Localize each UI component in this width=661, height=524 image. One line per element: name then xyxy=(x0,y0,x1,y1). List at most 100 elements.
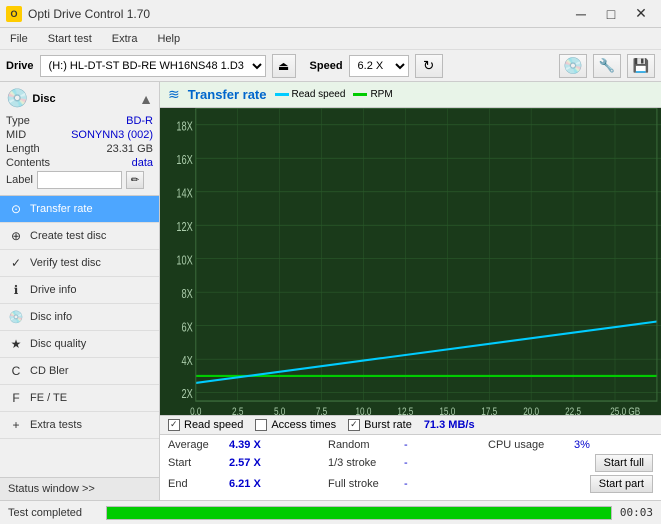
random-cell: Random - xyxy=(328,439,488,451)
burst-rate-checkbox[interactable] xyxy=(348,419,360,431)
nav-create-test-disc[interactable]: ⊕ Create test disc xyxy=(0,223,159,250)
chart-info-bar: Read speed Access times Burst rate 71.3 … xyxy=(160,415,661,434)
menu-file[interactable]: File xyxy=(4,31,34,47)
drive-info-icon: ℹ xyxy=(8,282,24,298)
transfer-rate-icon: ⊙ xyxy=(8,201,24,217)
cpu-label: CPU usage xyxy=(488,439,568,451)
svg-text:16X: 16X xyxy=(176,154,193,168)
nav-create-test-disc-label: Create test disc xyxy=(30,230,106,242)
svg-text:15.0: 15.0 xyxy=(439,406,455,415)
eject-button[interactable]: ⏏ xyxy=(272,54,296,78)
svg-text:10.0: 10.0 xyxy=(356,406,372,415)
nav-cd-bler[interactable]: C CD Bler xyxy=(0,358,159,385)
burst-rate-checkbox-label: Burst rate xyxy=(364,419,412,431)
cd-bler-icon: C xyxy=(8,363,24,379)
stroke13-cell: 1/3 stroke - xyxy=(328,457,488,469)
average-cell: Average 4.39 X xyxy=(168,439,328,451)
svg-text:22.5: 22.5 xyxy=(565,406,581,415)
menu-starttest[interactable]: Start test xyxy=(42,31,98,47)
svg-text:0.0: 0.0 xyxy=(190,406,202,415)
titlebar-left: O Opti Drive Control 1.70 xyxy=(6,6,150,22)
nav-cd-bler-label: CD Bler xyxy=(30,365,69,377)
label-label: Label xyxy=(6,174,33,186)
save-button[interactable]: 💾 xyxy=(627,54,655,78)
length-label: Length xyxy=(6,143,40,155)
nav-fe-te[interactable]: F FE / TE xyxy=(0,385,159,412)
cpu-cell: CPU usage 3% xyxy=(488,439,648,451)
disc-collapse-arrow[interactable]: ▲ xyxy=(139,91,153,107)
chart-area: ≋ Transfer rate Read speed RPM xyxy=(160,82,661,500)
close-button[interactable]: ✕ xyxy=(627,4,655,24)
stats-row-2: Start 2.57 X 1/3 stroke - Start full xyxy=(168,454,653,472)
svg-text:17.5: 17.5 xyxy=(481,406,497,415)
nav-transfer-rate[interactable]: ⊙ Transfer rate xyxy=(0,196,159,223)
access-times-checkbox[interactable] xyxy=(255,419,267,431)
speed-select[interactable]: 6.2 X xyxy=(349,55,409,77)
verify-test-disc-icon: ✓ xyxy=(8,255,24,271)
tools-button[interactable]: 🔧 xyxy=(593,54,621,78)
menubar: File Start test Extra Help xyxy=(0,28,661,50)
random-label: Random xyxy=(328,439,398,451)
read-speed-checkbox-item[interactable]: Read speed xyxy=(168,419,243,431)
app-title: Opti Drive Control 1.70 xyxy=(28,7,150,21)
nav-disc-info[interactable]: 💿 Disc info xyxy=(0,304,159,331)
disc-label-row: Label ✏ xyxy=(6,171,153,189)
stats-row-1: Average 4.39 X Random - CPU usage 3% xyxy=(168,439,653,451)
nav-verify-test-disc-label: Verify test disc xyxy=(30,257,101,269)
extra-tests-icon: + xyxy=(8,417,24,433)
menu-extra[interactable]: Extra xyxy=(106,31,144,47)
disc-info-icon: 💿 xyxy=(8,309,24,325)
svg-text:6X: 6X xyxy=(181,321,193,335)
contents-label: Contents xyxy=(6,157,50,169)
drive-select[interactable]: (H:) HL-DT-ST BD-RE WH16NS48 1.D3 xyxy=(40,55,266,77)
statusbar: Test completed 00:03 xyxy=(0,500,661,524)
label-edit-button[interactable]: ✏ xyxy=(126,171,144,189)
nav-disc-quality-label: Disc quality xyxy=(30,338,86,350)
read-speed-checkbox[interactable] xyxy=(168,419,180,431)
nav-extra-tests[interactable]: + Extra tests xyxy=(0,412,159,439)
cpu-value: 3% xyxy=(574,439,614,451)
mid-label: MID xyxy=(6,129,26,141)
rpm-legend-label: RPM xyxy=(370,89,392,100)
contents-value: data xyxy=(132,157,153,169)
burst-rate-checkbox-item[interactable]: Burst rate xyxy=(348,419,412,431)
access-times-checkbox-item[interactable]: Access times xyxy=(255,419,336,431)
svg-text:5.0: 5.0 xyxy=(274,406,286,415)
minimize-button[interactable]: ─ xyxy=(567,4,595,24)
svg-text:20.0: 20.0 xyxy=(523,406,539,415)
svg-text:12.5: 12.5 xyxy=(397,406,413,415)
nav-status-window[interactable]: Status window >> xyxy=(0,477,159,500)
nav-verify-test-disc[interactable]: ✓ Verify test disc xyxy=(0,250,159,277)
create-test-disc-icon: ⊕ xyxy=(8,228,24,244)
access-times-checkbox-label: Access times xyxy=(271,419,336,431)
stroke13-value: - xyxy=(404,457,434,469)
nav-transfer-rate-label: Transfer rate xyxy=(30,203,93,215)
start-part-button[interactable]: Start part xyxy=(590,475,653,493)
status-window-label: Status window >> xyxy=(8,483,95,495)
fe-te-icon: F xyxy=(8,390,24,406)
legend-rpm: RPM xyxy=(353,89,392,100)
read-speed-legend-color xyxy=(275,93,289,96)
start-full-button[interactable]: Start full xyxy=(595,454,653,472)
burn-icon-button[interactable]: 💿 xyxy=(559,54,587,78)
disc-quality-icon: ★ xyxy=(8,336,24,352)
start-part-cell: Start part xyxy=(488,475,653,493)
svg-text:25.0 GB: 25.0 GB xyxy=(610,406,640,415)
nav-drive-info[interactable]: ℹ Drive info xyxy=(0,277,159,304)
time-display: 00:03 xyxy=(620,506,653,519)
progress-bar-container xyxy=(106,506,612,520)
maximize-button[interactable]: □ xyxy=(597,4,625,24)
nav-drive-info-label: Drive info xyxy=(30,284,76,296)
refresh-button[interactable]: ↻ xyxy=(415,54,443,78)
read-speed-legend-label: Read speed xyxy=(292,89,346,100)
nav-disc-quality[interactable]: ★ Disc quality xyxy=(0,331,159,358)
disc-panel: 💿 Disc ▲ Type BD-R MID SONYNN3 (002) Len… xyxy=(0,82,159,196)
average-label: Average xyxy=(168,439,223,451)
svg-text:8X: 8X xyxy=(181,288,193,302)
speed-label: Speed xyxy=(310,60,343,72)
label-input[interactable] xyxy=(37,171,122,189)
progress-bar-fill xyxy=(107,507,611,519)
end-value: 6.21 X xyxy=(229,478,269,490)
read-speed-checkbox-label: Read speed xyxy=(184,419,243,431)
menu-help[interactable]: Help xyxy=(151,31,186,47)
